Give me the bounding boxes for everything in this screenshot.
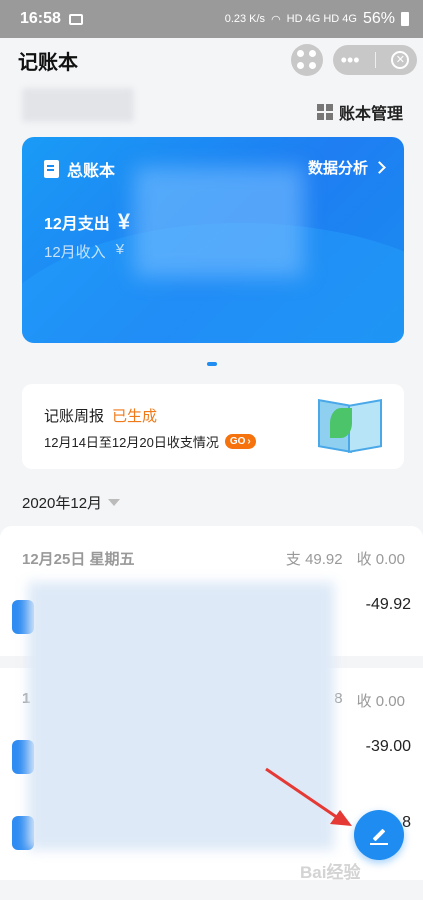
month-label: 2020年12月 <box>22 495 103 512</box>
battery-level: 56% <box>362 10 395 27</box>
weekly-range: 12月14日至12月20日收支情况 <box>44 435 219 450</box>
day-income: 收 0.00 <box>356 693 405 710</box>
month-expense: 12月支出 ¥ <box>44 209 130 235</box>
mini-program-icon[interactable] <box>291 44 323 76</box>
status-right: 0.23 K/s ◠ HD 4G HD 4G 56% <box>225 10 409 28</box>
status-bar: 16:58 0.23 K/s ◠ HD 4G HD 4G 56% <box>0 0 423 38</box>
avatar[interactable] <box>22 88 134 122</box>
month-selector[interactable]: 2020年12月 <box>22 492 121 513</box>
weekly-status: 已生成 <box>112 408 158 425</box>
net-speed: 0.23 K/s <box>224 13 266 25</box>
capsule-menu: ••• ✕ <box>333 45 417 75</box>
go-label: GO <box>229 436 246 447</box>
nav-bar: 记账本 ••• ✕ <box>0 38 423 82</box>
image-notification-icon <box>68 13 83 25</box>
add-record-button[interactable] <box>354 810 404 860</box>
day-expense: 8 <box>334 690 343 707</box>
card-header: 总账本 <box>44 157 115 181</box>
pencil-icon <box>372 828 386 842</box>
dropdown-arrow-icon <box>108 499 121 506</box>
chevron-right-icon: › <box>247 436 251 447</box>
redacted-amounts <box>134 167 304 277</box>
income-label: 12月收入 <box>44 244 106 261</box>
expense-label: 12月支出 <box>44 216 110 233</box>
watermark: Bai经验 <box>300 863 361 882</box>
income-currency: ¥ <box>115 241 125 258</box>
capsule-divider <box>374 52 376 68</box>
day-summary: 8 收 0.00 <box>334 690 405 711</box>
wifi-icon: ◠ <box>271 13 281 26</box>
data-analysis-link[interactable]: 数据分析 <box>307 157 386 178</box>
weekly-title: 记账周报 已生成 <box>44 405 157 426</box>
weekly-report-card[interactable]: 记账周报 已生成 12月14日至12月20日收支情况 GO › <box>22 384 404 469</box>
pencil-underline <box>370 843 388 845</box>
status-time: 16:58 <box>20 10 61 27</box>
total-book-card[interactable]: 总账本 数据分析 12月支出 ¥ 12月收入 ¥ <box>22 137 404 343</box>
data-analysis-label: 数据分析 <box>307 160 368 177</box>
more-icon[interactable]: ••• <box>341 50 360 71</box>
page-title: 记账本 <box>18 51 78 74</box>
day-summary: 支 49.92 收 0.00 <box>286 548 405 569</box>
day-expense: 支 49.92 <box>285 551 343 568</box>
redacted-entries <box>28 582 334 850</box>
network-indicator: HD 4G HD 4G <box>286 13 357 25</box>
entry-amount[interactable]: -49.92 <box>366 596 411 614</box>
book-illustration-icon <box>316 394 382 458</box>
chevron-right-icon <box>373 161 386 174</box>
day-date: 12月25日 星期五 <box>22 551 135 568</box>
card-title: 总账本 <box>67 163 116 180</box>
battery-icon <box>401 12 409 26</box>
day-income: 收 0.00 <box>356 551 405 568</box>
document-icon <box>44 160 59 178</box>
book-manage-label: 账本管理 <box>338 106 403 123</box>
weekly-title-text: 记账周报 <box>44 408 105 425</box>
expense-currency: ¥ <box>117 209 131 234</box>
carousel-indicator <box>207 362 217 366</box>
close-icon[interactable]: ✕ <box>391 51 410 69</box>
month-income: 12月收入 ¥ <box>44 241 124 262</box>
weekly-subtitle: 12月14日至12月20日收支情况 GO › <box>44 432 256 451</box>
go-button[interactable]: GO › <box>224 434 256 449</box>
entry-amount[interactable]: -39.00 <box>366 738 411 756</box>
grid-icon <box>316 104 333 120</box>
book-manage-button[interactable]: 账本管理 <box>316 100 403 124</box>
